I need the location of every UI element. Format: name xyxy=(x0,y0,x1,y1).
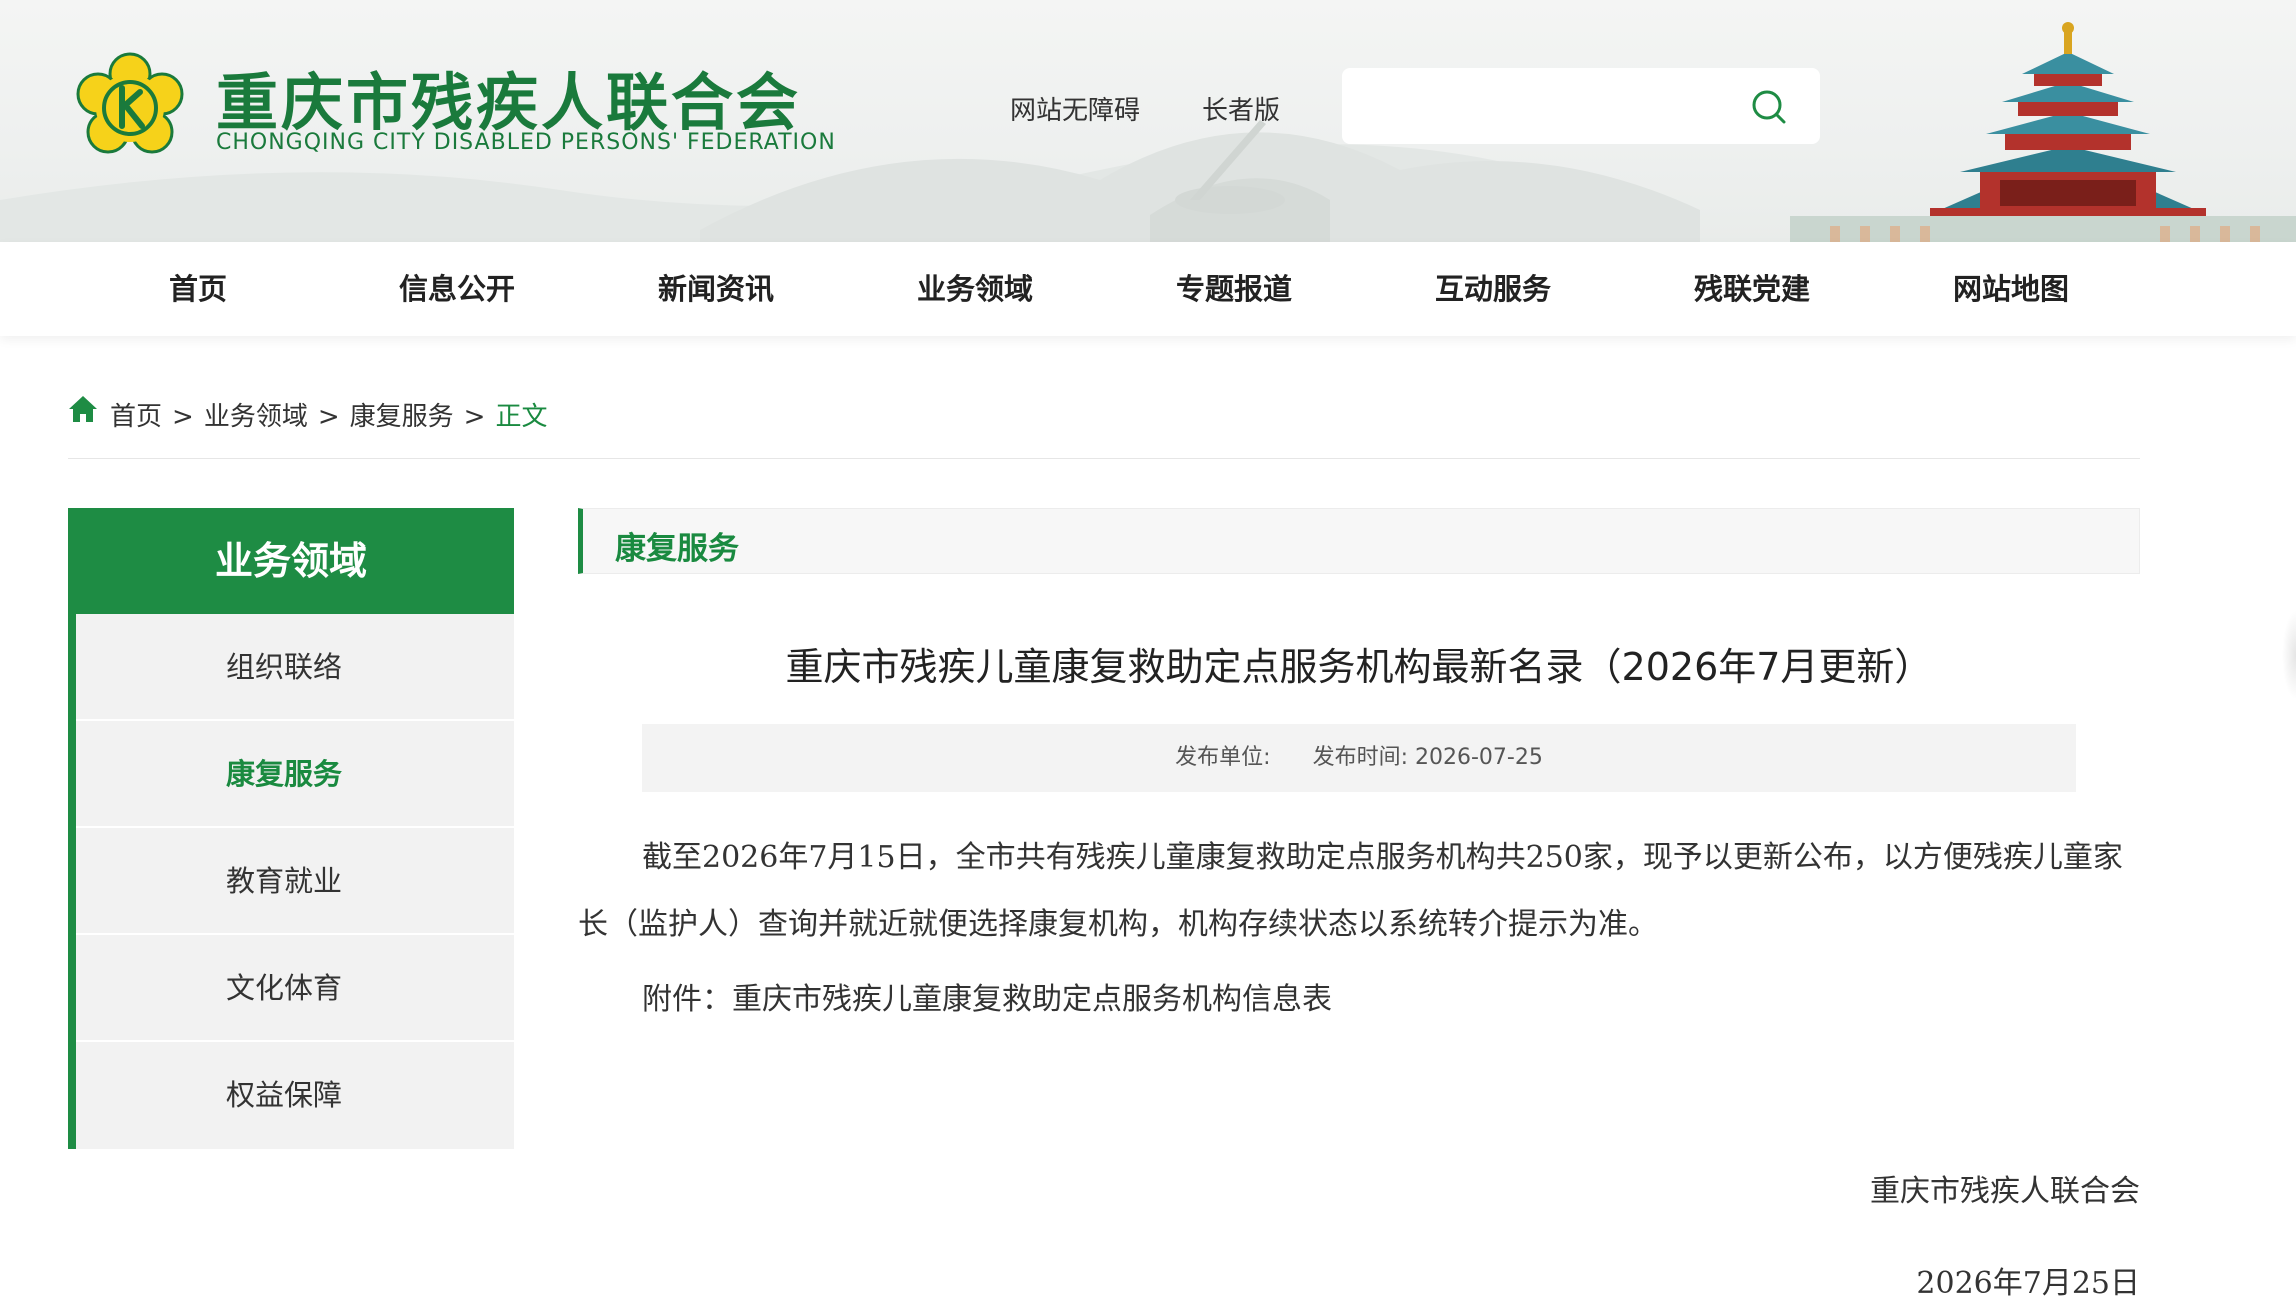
article-meta: 发布单位: 发布时间: 2026-07-25 xyxy=(642,724,2076,792)
search-icon[interactable] xyxy=(1750,88,1788,126)
sidebar-item-organization[interactable]: 组织联络 xyxy=(76,614,514,721)
sidebar-item-culture[interactable]: 文化体育 xyxy=(76,935,514,1042)
nav-party[interactable]: 残联党建 xyxy=(1622,242,1882,336)
attachment-line: 附件：重庆市残疾儿童康复救助定点服务机构信息表 xyxy=(578,966,2140,1033)
breadcrumb-separator: > xyxy=(463,402,486,432)
site-title[interactable]: 重庆市残疾人联合会 xyxy=(216,52,801,142)
meta-time-label: 发布时间: xyxy=(1312,745,1408,770)
nav-sitemap[interactable]: 网站地图 xyxy=(1881,242,2141,336)
breadcrumb-rehab[interactable]: 康复服务 xyxy=(350,402,454,432)
article-paragraph: 截至2026年7月15日，全市共有残疾儿童康复救助定点服务机构共250家，现予以… xyxy=(578,840,2123,942)
pagoda-illustration xyxy=(1790,22,2296,242)
divider xyxy=(68,458,2140,459)
attachment-label: 附件： xyxy=(642,982,732,1017)
nav-special[interactable]: 专题报道 xyxy=(1104,242,1364,336)
accessibility-link[interactable]: 网站无障碍 xyxy=(1010,90,1140,127)
search-input[interactable] xyxy=(1362,84,1742,128)
scroll-edge-shadow xyxy=(2282,610,2296,700)
breadcrumb-home[interactable]: 首页 xyxy=(110,402,162,432)
nav-info-public[interactable]: 信息公开 xyxy=(327,242,587,336)
attachment-link[interactable]: 重庆市残疾儿童康复救助定点服务机构信息表 xyxy=(732,982,1332,1017)
breadcrumb-business[interactable]: 业务领域 xyxy=(204,402,308,432)
home-icon[interactable] xyxy=(68,394,98,424)
article-title: 重庆市残疾儿童康复救助定点服务机构最新名录（2026年7月更新） xyxy=(785,645,1933,689)
sidebar-item-rights[interactable]: 权益保障 xyxy=(76,1042,514,1149)
meta-time-value: 2026-07-25 xyxy=(1414,745,1543,770)
nav-home[interactable]: 首页 xyxy=(68,242,328,336)
header-banner: 重庆市残疾人联合会 CHONGQING CITY DISABLED PERSON… xyxy=(0,0,2296,242)
article-body: 截至2026年7月15日，全市共有残疾儿童康复救助定点服务机构共250家，现予以… xyxy=(578,824,2140,1033)
breadcrumb-separator: > xyxy=(172,402,194,432)
sidebar-title: 业务领域 xyxy=(68,508,514,614)
signoff-date: 2026年7月25日 xyxy=(1916,1266,2140,1301)
nav-business[interactable]: 业务领域 xyxy=(845,242,1105,336)
signoff-organization: 重庆市残疾人联合会 xyxy=(1870,1174,2140,1209)
sidebar-list: 组织联络 康复服务 教育就业 文化体育 权益保障 xyxy=(68,614,514,1149)
breadcrumb-separator: > xyxy=(317,402,340,432)
federation-emblem-icon xyxy=(76,52,184,154)
section-label: 康复服务 xyxy=(615,531,739,567)
site-subtitle: CHONGQING CITY DISABLED PERSONS' FEDERAT… xyxy=(216,130,836,155)
sidebar-item-rehab[interactable]: 康复服务 xyxy=(76,721,514,828)
elder-version-link[interactable]: 长者版 xyxy=(1202,90,1280,127)
nav-interactive[interactable]: 互动服务 xyxy=(1363,242,1623,336)
nav-news[interactable]: 新闻资讯 xyxy=(586,242,846,336)
main-nav: 首页 信息公开 新闻资讯 业务领域 专题报道 互动服务 残联党建 网站地图 xyxy=(0,242,2296,336)
meta-unit-label: 发布单位: xyxy=(1175,745,1271,770)
sidebar: 业务领域 组织联络 康复服务 教育就业 文化体育 权益保障 xyxy=(68,508,514,1149)
breadcrumb-current: 正文 xyxy=(495,402,548,432)
search-box xyxy=(1342,68,1820,144)
section-header: 康复服务 xyxy=(578,508,2140,574)
sidebar-item-education[interactable]: 教育就业 xyxy=(76,828,514,935)
